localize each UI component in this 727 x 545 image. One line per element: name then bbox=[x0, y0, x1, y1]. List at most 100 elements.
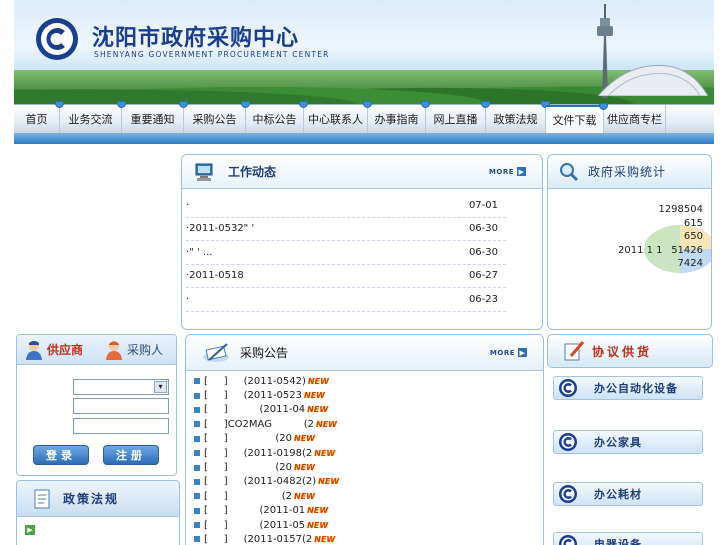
news-item-title: · bbox=[186, 199, 190, 211]
login-panel: 供应商 采购人 ▾ 登录 注册 bbox=[16, 334, 177, 476]
bullet-icon bbox=[194, 450, 200, 457]
supply-category-button[interactable]: 办公家具 bbox=[553, 430, 703, 454]
nav-item[interactable]: 中标公告 bbox=[246, 101, 308, 133]
announcement-title: [ ]CO2MAG (2 bbox=[204, 418, 315, 430]
announcement-title: [ ] (2011-0157(2 bbox=[204, 533, 313, 545]
supply-category-label: 办公自动化设备 bbox=[594, 382, 678, 395]
site-title: 沈阳市政府采购中心 bbox=[92, 25, 300, 51]
supply-title: 协议供货 bbox=[592, 344, 653, 359]
password-field[interactable] bbox=[73, 418, 169, 434]
announcement-item[interactable]: [ ] (2011-0198(2 NEW bbox=[194, 446, 543, 460]
announcement-item[interactable]: [ ] (2011-0157(2 NEW bbox=[194, 532, 543, 545]
procurement-center-logo-icon bbox=[559, 485, 577, 503]
pen-paper-icon bbox=[200, 340, 232, 366]
stats-value: 615 bbox=[683, 217, 703, 229]
document-icon bbox=[29, 486, 55, 512]
policy-title: 政策法规 bbox=[63, 492, 120, 506]
policy-panel: 政策法规 ▶ bbox=[16, 480, 180, 545]
bullet-icon bbox=[194, 406, 200, 413]
announcement-item[interactable]: [ ] (20 NEW bbox=[194, 432, 543, 446]
nav-item[interactable]: 政策法规 bbox=[486, 101, 550, 133]
new-badge: NEW bbox=[294, 463, 315, 473]
nav-item[interactable]: 业务交流 bbox=[60, 101, 126, 133]
tab-supplier-label: 供应商 bbox=[47, 343, 84, 357]
register-button[interactable]: 注册 bbox=[103, 445, 159, 465]
announcements-list: [ ] (2011-0542) NEW[ ] (2011-0523 NEW[ ] (… bbox=[186, 371, 543, 545]
supplier-avatar-icon bbox=[26, 340, 42, 360]
news-item-title: ·2011-0532" ' bbox=[186, 223, 255, 235]
nav-item[interactable]: 重要通知 bbox=[122, 101, 188, 133]
supply-category-button[interactable]: 办公自动化设备 bbox=[553, 376, 703, 400]
stats-header: 政府采购统计 bbox=[548, 155, 711, 189]
announcement-title: [ ] (2 bbox=[204, 490, 292, 502]
stadium-image bbox=[598, 64, 708, 96]
nav-item-label: 采购公告 bbox=[192, 113, 237, 126]
work-news-panel: 工作动态 MORE ▶ · 07-01·2011-0532" ' 06-30 ·" ' … bbox=[181, 154, 543, 330]
news-item[interactable]: ·2011-0532" ' 06-30 bbox=[186, 218, 506, 241]
procurement-center-logo-icon bbox=[559, 379, 577, 397]
nav-item-label: 重要通知 bbox=[130, 113, 175, 126]
news-item-date: 06-23 bbox=[468, 293, 498, 305]
nav-item-label: 中标公告 bbox=[252, 113, 297, 126]
nav-item-label: 中心联系人 bbox=[308, 113, 363, 126]
nav-item-label: 文件下载 bbox=[552, 114, 597, 127]
work-news-title: 工作动态 bbox=[228, 165, 277, 179]
supply-category-button[interactable]: 电器设备 bbox=[553, 532, 703, 545]
supply-category-label: 办公耗材 bbox=[594, 488, 642, 501]
new-badge: NEW bbox=[314, 534, 336, 544]
stats-values: 1298504 615 650 51426 7424 bbox=[658, 203, 703, 271]
news-item[interactable]: ·2011-0518 06-27 bbox=[186, 265, 506, 288]
announcements-more-link[interactable]: MORE ▶ bbox=[490, 348, 527, 357]
announcement-item[interactable]: [ ] (2011-0542) NEW bbox=[194, 374, 543, 388]
user-type-select[interactable]: ▾ bbox=[73, 379, 169, 395]
announcement-item[interactable]: [ ]CO2MAG (2 NEW bbox=[194, 417, 543, 431]
announcement-item[interactable]: [ ] (20 NEW bbox=[194, 460, 543, 474]
nav-item-label: 首页 bbox=[25, 113, 48, 126]
login-button[interactable]: 登录 bbox=[33, 445, 89, 465]
nav-strip bbox=[14, 134, 714, 144]
new-badge: NEW bbox=[294, 491, 315, 501]
policy-header: 政策法规 bbox=[17, 481, 179, 517]
username-field[interactable] bbox=[73, 398, 169, 414]
nav-item[interactable]: 采购公告 bbox=[184, 101, 250, 133]
nav-item-label: 业务交流 bbox=[68, 113, 113, 126]
nav-item[interactable]: 办事指南 bbox=[368, 101, 430, 133]
announcement-item[interactable]: [ ] (2011-05 NEW bbox=[194, 518, 543, 532]
announcement-title: [ ] (2011-0523 bbox=[204, 390, 302, 402]
work-news-more-link[interactable]: MORE ▶ bbox=[489, 167, 526, 176]
news-item[interactable]: · 07-01 bbox=[186, 194, 506, 218]
nav-item[interactable]: 中心联系人 bbox=[304, 101, 372, 133]
new-badge: NEW bbox=[307, 405, 329, 415]
announcement-title: [ ] (2011-01 bbox=[204, 505, 306, 517]
announcement-item[interactable]: [ ] (2011-01 NEW bbox=[194, 504, 543, 518]
login-tabs: 供应商 采购人 bbox=[17, 335, 176, 365]
nav-item-label: 供应商专栏 bbox=[607, 113, 662, 126]
tab-buyer[interactable]: 采购人 bbox=[97, 340, 163, 360]
nav-item-label: 办事指南 bbox=[374, 113, 419, 126]
nav-item[interactable]: 首页 bbox=[14, 101, 64, 133]
announcement-item[interactable]: [ ] (2011-04 NEW bbox=[194, 403, 543, 417]
nav-item[interactable]: 文件下载 bbox=[546, 103, 608, 133]
tab-supplier[interactable]: 供应商 bbox=[17, 340, 83, 360]
news-item[interactable]: · 06-23 bbox=[186, 288, 506, 312]
announcement-title: [ ] (2011-0542) bbox=[204, 375, 306, 387]
announcement-item[interactable]: [ ] (2011-0523 NEW bbox=[194, 388, 543, 402]
news-item[interactable]: ·" ' ... 06-30 bbox=[186, 241, 506, 265]
nav-item[interactable]: 网上直播 bbox=[426, 101, 490, 133]
procurement-center-logo-icon bbox=[559, 535, 577, 545]
announcements-panel: 采购公告 MORE ▶ [ ] (2011-0542) NEW[ ] (2011-0… bbox=[185, 334, 544, 545]
announcement-item[interactable]: [ ] (2011-0482(2) NEW bbox=[194, 475, 543, 489]
bullet-icon bbox=[194, 522, 200, 529]
announcements-header: 采购公告 MORE ▶ bbox=[186, 335, 543, 371]
bullet-icon bbox=[194, 435, 200, 442]
stats-value: 650 bbox=[683, 231, 703, 242]
supply-category-button[interactable]: 办公耗材 bbox=[553, 482, 703, 506]
announcement-item[interactable]: [ ] (2 NEW bbox=[194, 489, 543, 503]
nav-item[interactable]: 供应商专栏 bbox=[604, 105, 666, 133]
more-label: MORE bbox=[489, 348, 515, 357]
stats-year: 2011 1 1 bbox=[618, 245, 663, 256]
procurement-center-logo bbox=[36, 18, 78, 60]
announcement-title: [ ] (2011-05 bbox=[204, 519, 306, 531]
bullet-icon bbox=[194, 507, 200, 514]
arrow-right-icon: ▶ bbox=[518, 348, 527, 357]
